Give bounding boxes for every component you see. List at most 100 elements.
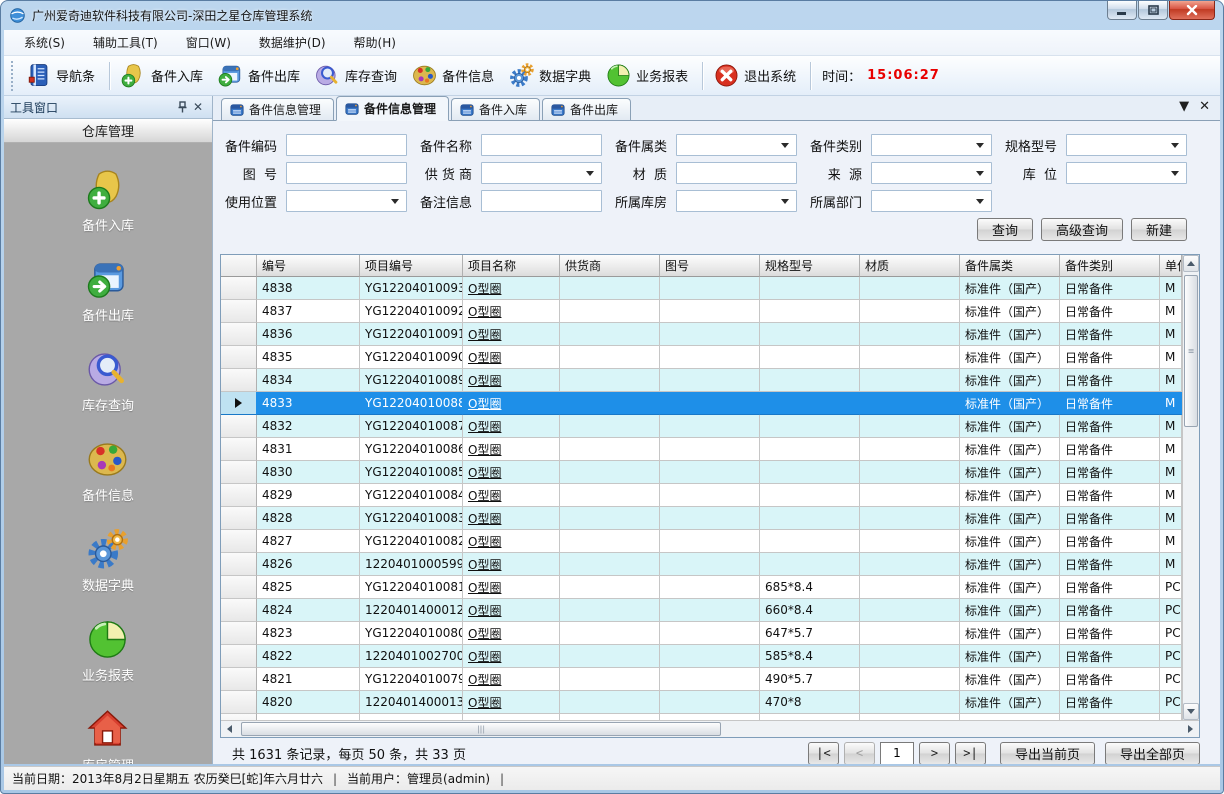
tab-2-active[interactable]: 备件信息管理 xyxy=(336,96,449,121)
menu-item-1[interactable]: 系统(S) xyxy=(14,30,75,55)
toolbar-grip[interactable] xyxy=(11,61,17,91)
vertical-scroll-thumb[interactable]: ≡ xyxy=(1184,275,1198,427)
row-header-cell[interactable] xyxy=(221,300,257,323)
form-select-所属库房[interactable] xyxy=(676,190,797,212)
horizontal-scrollbar[interactable]: ||| xyxy=(221,720,1199,737)
row-header-cell[interactable] xyxy=(221,622,257,645)
toolbar-button-parts-outbound[interactable]: 备件出库 xyxy=(213,59,308,92)
scroll-left-icon[interactable] xyxy=(221,721,238,737)
column-header-8[interactable]: 备件属类 xyxy=(960,255,1060,277)
row-header-cell[interactable] xyxy=(221,323,257,346)
toolbar-button-navbar[interactable]: 导航条 xyxy=(21,59,103,92)
sidebar-item-report[interactable]: 业务报表 xyxy=(82,617,134,684)
toolbar-button-report[interactable]: 业务报表 xyxy=(601,59,696,92)
tab-close-icon[interactable]: ✕ xyxy=(1199,100,1210,113)
column-header-6[interactable]: 规格型号 xyxy=(760,255,860,277)
row-header-cell[interactable] xyxy=(221,691,257,714)
vertical-scrollbar[interactable]: ≡ xyxy=(1182,255,1199,720)
sidebar-item-data-dict[interactable]: 数据字典 xyxy=(82,527,134,594)
tab-1[interactable]: 备件信息管理 xyxy=(221,98,334,120)
table-row[interactable]: 4825YG12204010081O型圈685*8.4标准件（国产）日常备件PC xyxy=(221,576,1182,599)
export-current-page-button[interactable]: 导出当前页 xyxy=(1000,742,1095,765)
toolbar-button-exit[interactable]: 退出系统 xyxy=(709,59,804,92)
form-select-来源[interactable] xyxy=(871,162,992,184)
export-all-pages-button[interactable]: 导出全部页 xyxy=(1105,742,1200,765)
sidebar-item-parts-info[interactable]: 备件信息 xyxy=(82,437,134,504)
row-header-cell[interactable] xyxy=(221,645,257,668)
table-row[interactable]: 48221220401002700O型圈585*8.4标准件（国产）日常备件PC xyxy=(221,645,1182,668)
row-header-cell[interactable] xyxy=(221,277,257,300)
row-header-cell[interactable] xyxy=(221,415,257,438)
table-row[interactable]: 4835YG12204010090O型圈标准件（国产）日常备件M xyxy=(221,346,1182,369)
advanced-query-button[interactable]: 高级查询 xyxy=(1041,218,1123,241)
row-header-cell[interactable] xyxy=(221,461,257,484)
row-header-cell[interactable] xyxy=(221,576,257,599)
column-header-9[interactable]: 备件类别 xyxy=(1060,255,1160,277)
scroll-down-icon[interactable] xyxy=(1183,703,1199,720)
row-header-cell[interactable] xyxy=(221,346,257,369)
table-row[interactable]: 4821YG12204010079O型圈490*5.7标准件（国产）日常备件PC xyxy=(221,668,1182,691)
sidebar-section-warehouse[interactable]: 仓库管理 xyxy=(4,119,212,143)
form-input-图号[interactable] xyxy=(286,162,407,184)
toolbar-button-parts-info[interactable]: 备件信息 xyxy=(407,59,502,92)
form-select-备件类别[interactable] xyxy=(871,134,992,156)
row-header-cell[interactable] xyxy=(221,369,257,392)
menu-item-5[interactable]: 帮助(H) xyxy=(344,30,406,55)
table-row[interactable]: 4829YG12204010084O型圈标准件（国产）日常备件M xyxy=(221,484,1182,507)
table-row[interactable]: 4832YG12204010087O型圈标准件（国产）日常备件M xyxy=(221,415,1182,438)
row-header-cell[interactable] xyxy=(221,599,257,622)
table-row[interactable]: 4823YG12204010080O型圈647*5.7标准件（国产）日常备件PC xyxy=(221,622,1182,645)
prev-page-button[interactable]: < xyxy=(844,742,875,765)
table-row[interactable]: 4838YG12204010093O型圈标准件（国产）日常备件M xyxy=(221,277,1182,300)
pin-icon[interactable] xyxy=(174,99,190,115)
form-select-库位[interactable] xyxy=(1066,162,1187,184)
column-header-1[interactable]: 编号 xyxy=(257,255,360,277)
sidebar-item-parts-outbound[interactable]: 备件出库 xyxy=(82,257,134,324)
form-select-所属部门[interactable] xyxy=(871,190,992,212)
tab-list-dropdown-icon[interactable]: ▼ xyxy=(1179,100,1189,113)
row-header-cell[interactable] xyxy=(221,553,257,576)
row-header-cell[interactable] xyxy=(221,392,257,415)
form-input-备件编码[interactable] xyxy=(286,134,407,156)
close-button[interactable] xyxy=(1169,1,1215,20)
form-input-备注信息[interactable] xyxy=(481,190,602,212)
sidebar-item-stock-query[interactable]: 库存查询 xyxy=(82,347,134,414)
toolbar-button-parts-inbound[interactable]: 备件入库 xyxy=(116,59,211,92)
next-page-button[interactable]: > xyxy=(919,742,950,765)
sidebar-item-warehouse[interactable]: 库房管理 xyxy=(82,707,134,764)
toolbar-button-data-dict[interactable]: 数据字典 xyxy=(504,59,599,92)
toolbar-button-stock-query[interactable]: 库存查询 xyxy=(310,59,405,92)
scroll-right-icon[interactable] xyxy=(1182,721,1199,737)
column-header-3[interactable]: 项目名称 xyxy=(463,255,560,277)
table-row[interactable]: 4831YG12204010086O型圈标准件（国产）日常备件M xyxy=(221,438,1182,461)
sidebar-item-parts-inbound[interactable]: 备件入库 xyxy=(82,167,134,234)
row-header-cell[interactable] xyxy=(221,484,257,507)
form-select-备件属类[interactable] xyxy=(676,134,797,156)
form-input-备件名称[interactable] xyxy=(481,134,602,156)
table-row[interactable]: 4834YG12204010089O型圈标准件（国产）日常备件M xyxy=(221,369,1182,392)
row-header-cell[interactable] xyxy=(221,438,257,461)
maximize-button[interactable] xyxy=(1138,1,1168,20)
column-header-4[interactable]: 供货商 xyxy=(560,255,660,277)
table-row[interactable]: 48261220401000599O型圈标准件（国产）日常备件M xyxy=(221,553,1182,576)
form-input-材质[interactable] xyxy=(676,162,797,184)
column-header-10[interactable]: 单位 xyxy=(1160,255,1182,277)
tool-window-close-icon[interactable]: ✕ xyxy=(190,99,206,115)
menu-item-2[interactable]: 辅助工具(T) xyxy=(83,30,168,55)
scroll-up-icon[interactable] xyxy=(1183,255,1199,272)
column-header-2[interactable]: 项目编号 xyxy=(360,255,463,277)
row-header-cell[interactable] xyxy=(221,668,257,691)
table-row[interactable]: 48201220401400013O型圈470*8标准件（国产）日常备件PC xyxy=(221,691,1182,714)
tab-3[interactable]: 备件入库 xyxy=(451,98,540,120)
row-header-cell[interactable] xyxy=(221,507,257,530)
last-page-button[interactable]: >| xyxy=(955,742,986,765)
form-select-规格型号[interactable] xyxy=(1066,134,1187,156)
table-row[interactable]: 4827YG12204010082O型圈标准件（国产）日常备件M xyxy=(221,530,1182,553)
column-header-5[interactable]: 图号 xyxy=(660,255,760,277)
menu-item-4[interactable]: 数据维护(D) xyxy=(249,30,336,55)
query-button[interactable]: 查询 xyxy=(977,218,1033,241)
table-row[interactable]: 48241220401400012O型圈660*8.4标准件（国产）日常备件PC xyxy=(221,599,1182,622)
table-row[interactable]: 4830YG12204010085O型圈标准件（国产）日常备件M xyxy=(221,461,1182,484)
table-row-selected[interactable]: 4833YG12204010088O型圈标准件（国产）日常备件M xyxy=(221,392,1182,415)
table-row[interactable]: 4837YG12204010092O型圈标准件（国产）日常备件M xyxy=(221,300,1182,323)
